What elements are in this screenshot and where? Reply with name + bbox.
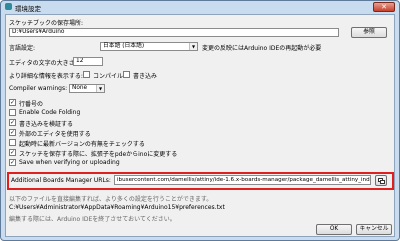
language-label: 言語設定:: [9, 45, 36, 52]
cancel-button[interactable]: キャンセル: [356, 224, 392, 235]
preferences-window: 環境設定 ✕ スケッチブックの保存場所: D:¥Users¥Arduino 参照…: [0, 0, 400, 241]
option-checkbox[interactable]: ✓: [9, 99, 16, 106]
boards-manager-url-field[interactable]: ibusercontent.com/damellis/attiny/ide-1.…: [114, 175, 371, 185]
option-label: 外部のエディタを使用する: [19, 131, 91, 138]
option-checkbox[interactable]: ✓: [9, 129, 16, 136]
option-label: スケッチを保存する際に、拡張子をpdeからinoに変更する: [19, 151, 178, 158]
option-label: Enable Code Folding: [19, 109, 81, 116]
option-checkbox[interactable]: ✓: [9, 149, 16, 156]
language-restart-note: 変更の反映にはArduino IDEの再起動が必要: [202, 45, 322, 52]
direct-edit-note: 以下のファイルを直接編集すれば、より多くの設定を行うことができます。: [9, 196, 213, 203]
chevron-down-icon: ▼: [189, 43, 197, 50]
close-button[interactable]: ✕: [373, 2, 395, 12]
option-checkbox[interactable]: [9, 109, 16, 116]
option-checkbox[interactable]: ✓: [9, 119, 16, 126]
title-bar: 環境設定 ✕: [1, 1, 399, 13]
option-checkbox[interactable]: [9, 139, 16, 146]
option-label: 起動時に最新バージョンの有無をチェックする: [19, 141, 145, 148]
chevron-down-icon: ▼: [96, 85, 104, 92]
font-size-label: エディタの文字の大きさ:: [9, 60, 77, 67]
option-checkbox[interactable]: ✓: [9, 159, 16, 166]
compiler-warnings-select[interactable]: None ▼: [69, 84, 105, 93]
app-icon: [5, 3, 12, 10]
preferences-file-path: C:¥Users¥Administrator¥AppData¥Roaming¥A…: [9, 204, 225, 211]
browse-button[interactable]: 参照: [351, 27, 387, 38]
settings-panel: スケッチブックの保存場所: D:¥Users¥Arduino 参照 言語設定: …: [5, 14, 395, 237]
verbose-upload-label: 書き込み: [133, 73, 158, 80]
edit-close-ide-note: 編集する際には、Arduino IDEを終了させておいてください。: [9, 216, 176, 223]
option-label: 書き込みを検証する: [19, 121, 74, 128]
compiler-warnings-label: Compiler warnings:: [9, 85, 68, 92]
ok-button[interactable]: OK: [316, 224, 352, 235]
window-title: 環境設定: [15, 5, 41, 13]
verbose-compile-checkbox[interactable]: [83, 71, 90, 78]
compiler-warnings-value: None: [72, 85, 88, 91]
option-label: 行番号の: [19, 101, 44, 108]
sketchbook-label: スケッチブックの保存場所:: [9, 20, 84, 27]
language-select[interactable]: 日本語 (日本語) ▼: [100, 42, 198, 51]
verbose-label: より詳細な情報を表示する:: [9, 73, 83, 80]
font-size-field[interactable]: 12: [73, 57, 103, 66]
verbose-compile-label: コンパイル: [93, 73, 124, 80]
window-icon: [380, 180, 385, 184]
language-value: 日本語 (日本語): [103, 43, 145, 49]
open-url-list-button[interactable]: [375, 175, 387, 186]
boards-manager-label: Additional Boards Manager URLs:: [11, 177, 111, 184]
option-label: Save when verifying or uploading: [19, 159, 120, 166]
sketchbook-path-field[interactable]: D:¥Users¥Arduino: [9, 28, 339, 37]
verbose-upload-checkbox[interactable]: [123, 71, 130, 78]
